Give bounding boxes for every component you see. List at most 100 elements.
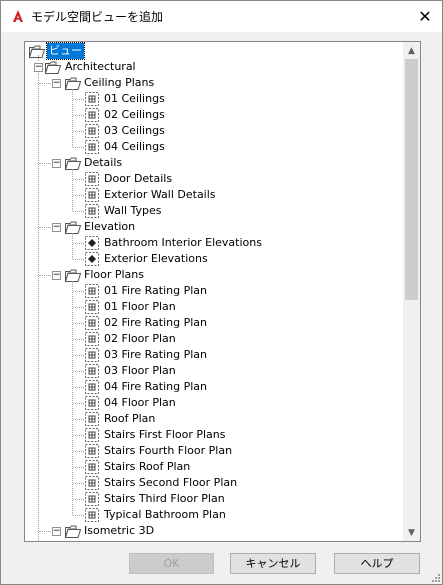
model-view-icon [85, 204, 99, 218]
open-folder-icon [65, 525, 81, 538]
tree-view-item[interactable]: 01 Floor Plan [104, 299, 176, 315]
tree-view-item[interactable]: Door Details [104, 171, 172, 187]
tree-connector-line [73, 115, 84, 116]
tree-view-item[interactable]: Stairs First Floor Plans [104, 427, 225, 443]
view-tree[interactable]: ビュー − Architectural − Ceiling Plans 01 Ceilin… [24, 41, 421, 542]
tree-view-item[interactable]: 03 Ceilings [104, 123, 165, 139]
collapse-toggle-icon[interactable]: − [52, 159, 61, 168]
model-view-icon [85, 172, 99, 186]
tree-connector-line [73, 243, 84, 244]
open-folder-icon [65, 157, 81, 170]
tree-view-item[interactable]: Wall Types [104, 203, 162, 219]
tree-connector-line [72, 281, 73, 515]
tree-connector-line [38, 55, 39, 61]
scroll-up-icon: ▲ [408, 45, 415, 56]
tree-connector-line [73, 291, 84, 292]
collapse-toggle-icon[interactable]: − [52, 223, 61, 232]
tree-view-item[interactable]: Stairs Fourth Floor Plan [104, 443, 232, 459]
tree-connector-line [73, 339, 84, 340]
tree-node-group[interactable]: Elevation [84, 219, 135, 235]
open-folder-icon [65, 77, 81, 90]
ok-button[interactable]: OK [129, 553, 214, 574]
tree-view-item[interactable]: Roof Plan [104, 411, 155, 427]
model-view-icon [85, 396, 99, 410]
tree-connector-line [73, 259, 84, 260]
title-bar: モデル空間ビューを追加 ✕ [1, 1, 442, 32]
tree-view-item[interactable]: Exterior Wall Details [104, 187, 216, 203]
tree-connector-line [73, 499, 84, 500]
model-view-icon [85, 444, 99, 458]
tree-view-item[interactable]: 04 Fire Rating Plan [104, 379, 207, 395]
open-folder-icon [29, 45, 45, 58]
scroll-down-button[interactable]: ▼ [403, 524, 420, 541]
tree-view-item[interactable]: 03 Floor Plan [104, 363, 176, 379]
tree-view-item[interactable]: Stairs Third Floor Plan [104, 491, 225, 507]
model-view-icon [85, 188, 99, 202]
tree-connector-line [73, 355, 84, 356]
tree-connector-line [73, 515, 84, 516]
tree-connector-line [73, 323, 84, 324]
model-view-icon [85, 284, 99, 298]
tree-view-item[interactable]: 02 Floor Plan [104, 331, 176, 347]
collapse-toggle-icon[interactable]: − [52, 271, 61, 280]
tree-connector-line [73, 387, 84, 388]
tree-view-item[interactable]: 04 Ceilings [104, 139, 165, 155]
tree-view-item[interactable]: Typical Bathroom Plan [104, 507, 226, 523]
tree-node-architectural[interactable]: Architectural [65, 59, 136, 75]
elevation-view-icon [85, 236, 99, 250]
window-title: モデル空間ビューを追加 [31, 10, 164, 24]
vertical-scrollbar[interactable]: ▲ ▼ [403, 42, 420, 541]
resize-grip-icon[interactable] [430, 572, 440, 582]
collapse-toggle-icon[interactable]: − [52, 79, 61, 88]
tree-connector-line [73, 483, 84, 484]
tree-connector-line [39, 227, 51, 228]
tree-view-item[interactable]: 01 Ceilings [104, 91, 165, 107]
model-view-icon [85, 300, 99, 314]
tree-node-group[interactable]: Ceiling Plans [84, 75, 154, 91]
tree-view-item[interactable]: 01 Fire Rating Plan [104, 283, 207, 299]
tree-connector-line [73, 179, 84, 180]
model-view-icon [85, 124, 99, 138]
model-view-icon [85, 348, 99, 362]
scroll-up-button[interactable]: ▲ [403, 42, 420, 59]
tree-view-item[interactable]: Stairs Roof Plan [104, 459, 190, 475]
tree-connector-line [39, 531, 51, 532]
tree-view-item[interactable]: 04 Floor Plan [104, 395, 176, 411]
model-view-icon [85, 92, 99, 106]
close-button[interactable]: ✕ [408, 1, 442, 32]
tree-view-item[interactable]: Stairs Second Floor Plan [104, 475, 237, 491]
tree-connector-line [39, 275, 51, 276]
tree-view-item[interactable]: 02 Fire Rating Plan [104, 315, 207, 331]
scroll-thumb[interactable] [405, 59, 418, 300]
tree-view-item[interactable]: 03 Fire Rating Plan [104, 347, 207, 363]
model-view-icon [85, 380, 99, 394]
tree-connector-line [39, 163, 51, 164]
tree-root-node[interactable]: ビュー [46, 42, 85, 60]
tree-node-group[interactable]: Isometric 3D [84, 523, 154, 539]
tree-view-item[interactable]: Exterior Elevations [104, 251, 208, 267]
model-view-icon [85, 364, 99, 378]
tree-connector-line [73, 435, 84, 436]
tree-connector-line [73, 307, 84, 308]
model-view-icon [85, 412, 99, 426]
scroll-down-icon: ▼ [408, 527, 415, 538]
cancel-button[interactable]: キャンセル [230, 553, 316, 574]
open-folder-icon [65, 221, 81, 234]
tree-node-group[interactable]: Floor Plans [84, 267, 144, 283]
collapse-toggle-icon[interactable]: − [34, 63, 43, 72]
tree-connector-line [73, 99, 84, 100]
tree-view-item[interactable]: Bathroom Interior Elevations [104, 235, 262, 251]
tree-content: ビュー − Architectural − Ceiling Plans 01 Ceilin… [25, 42, 403, 541]
tree-node-group[interactable]: Details [84, 155, 122, 171]
tree-connector-line [38, 73, 39, 541]
help-button[interactable]: ヘルプ [334, 553, 420, 574]
open-folder-icon [65, 269, 81, 282]
tree-view-item[interactable]: 02 Ceilings [104, 107, 165, 123]
tree-connector-line [73, 451, 84, 452]
elevation-view-icon [85, 252, 99, 266]
model-view-icon [85, 476, 99, 490]
tree-connector-line [72, 169, 73, 211]
tree-connector-line [73, 131, 84, 132]
tree-connector-line [73, 403, 84, 404]
collapse-toggle-icon[interactable]: − [52, 527, 61, 536]
